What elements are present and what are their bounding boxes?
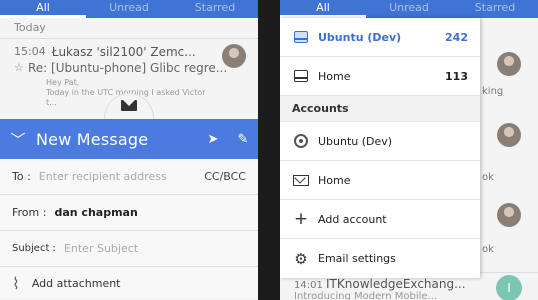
- mail-preview: king: [482, 86, 504, 97]
- paperclip-icon: ⌇: [12, 273, 20, 293]
- inbox-icon: [294, 31, 308, 43]
- mail-preview: ok: [482, 244, 494, 255]
- send-icon[interactable]: ➤: [198, 132, 228, 147]
- star-icon[interactable]: ☆: [14, 61, 24, 74]
- from-label: From :: [12, 206, 47, 219]
- folder-item-home[interactable]: Home 113: [280, 57, 480, 96]
- from-field[interactable]: From : dan chapman: [0, 195, 258, 231]
- gear-icon: ⚙: [294, 249, 308, 268]
- mailbox-tabs: All Unread Starred: [280, 0, 538, 18]
- from-value[interactable]: dan chapman: [54, 206, 137, 219]
- to-label: To :: [12, 170, 31, 183]
- add-account-label: Add account: [318, 212, 387, 226]
- section-header-today: Today: [14, 21, 46, 34]
- add-attachment-button[interactable]: ⌇ Add attachment: [0, 267, 258, 299]
- background-mail-list: king ok ok: [480, 18, 538, 300]
- folder-item-ubuntu-dev[interactable]: Ubuntu (Dev) 242: [280, 18, 480, 57]
- avatar: [497, 52, 521, 76]
- inbox-icon: [294, 70, 308, 82]
- compose-form: To : Enter recipient address CC/BCC From…: [0, 159, 258, 299]
- mail-screen-drawer: All Unread Starred king ok ok 14:01 ITKn…: [280, 0, 538, 300]
- to-input[interactable]: Enter recipient address: [39, 170, 204, 183]
- navigation-drawer: Ubuntu (Dev) 242 Home 113 Accounts Ubunt…: [280, 18, 480, 278]
- folder-label: Ubuntu (Dev): [318, 30, 402, 44]
- compose-header: ﹀ New Message ➤ ✎: [0, 119, 258, 159]
- mail-screen-compose: All Unread Starred Today 15:04 Łukasz 's…: [0, 0, 258, 300]
- accounts-header: Accounts: [280, 96, 480, 122]
- avatar: [497, 203, 521, 227]
- tab-indicator: [0, 15, 86, 18]
- unread-count: 242: [445, 30, 468, 44]
- tab-starred[interactable]: Starred: [172, 0, 258, 18]
- subject-input[interactable]: Enter Subject: [64, 242, 246, 255]
- unread-count: 113: [445, 69, 468, 83]
- mail-preview: ok: [482, 172, 494, 183]
- account-item-ubuntu-dev[interactable]: Ubuntu (Dev): [280, 122, 480, 161]
- mail-time: 15:04: [14, 45, 46, 58]
- mailbox-tabs: All Unread Starred: [0, 0, 258, 18]
- mail-preview-line: Hey Pat,: [46, 78, 80, 87]
- avatar: I: [496, 275, 522, 300]
- account-label: Home: [318, 173, 351, 187]
- to-field[interactable]: To : Enter recipient address CC/BCC: [0, 159, 258, 195]
- tab-unread[interactable]: Unread: [86, 0, 172, 18]
- account-item-home[interactable]: Home: [280, 161, 480, 200]
- email-settings-label: Email settings: [318, 252, 396, 265]
- avatar: [497, 123, 521, 147]
- cc-bcc-button[interactable]: CC/BCC: [204, 170, 246, 183]
- envelope-icon: [121, 100, 137, 111]
- subject-label: Subject :: [12, 243, 56, 254]
- plus-icon: +: [293, 209, 309, 229]
- mail-sender: Łukasz 'sil2100' Zemc...: [51, 45, 196, 59]
- subject-field[interactable]: Subject : Enter Subject: [0, 231, 258, 267]
- envelope-icon: [293, 174, 309, 186]
- account-label: Ubuntu (Dev): [318, 134, 393, 148]
- email-settings-button[interactable]: ⚙ Email settings: [280, 239, 480, 278]
- mail-subject: Re: [Ubuntu-phone] Glibc regre...: [28, 61, 228, 75]
- compose-title: New Message: [36, 129, 149, 149]
- mail-time: 14:01: [294, 280, 323, 291]
- mail-preview: Introducing Modern Mobile...: [294, 291, 438, 300]
- tab-unread[interactable]: Unread: [366, 0, 452, 18]
- folder-label: Home: [318, 69, 351, 83]
- avatar: [222, 44, 246, 68]
- edit-icon[interactable]: ✎: [228, 132, 258, 147]
- add-account-button[interactable]: + Add account: [280, 200, 480, 239]
- tab-starred[interactable]: Starred: [452, 0, 538, 18]
- add-attachment-label: Add attachment: [31, 276, 121, 290]
- chevron-down-icon[interactable]: ﹀: [0, 129, 36, 150]
- mail-sender: ITKnowledgeExchang...: [326, 277, 466, 291]
- ubuntu-logo-icon: [294, 134, 308, 148]
